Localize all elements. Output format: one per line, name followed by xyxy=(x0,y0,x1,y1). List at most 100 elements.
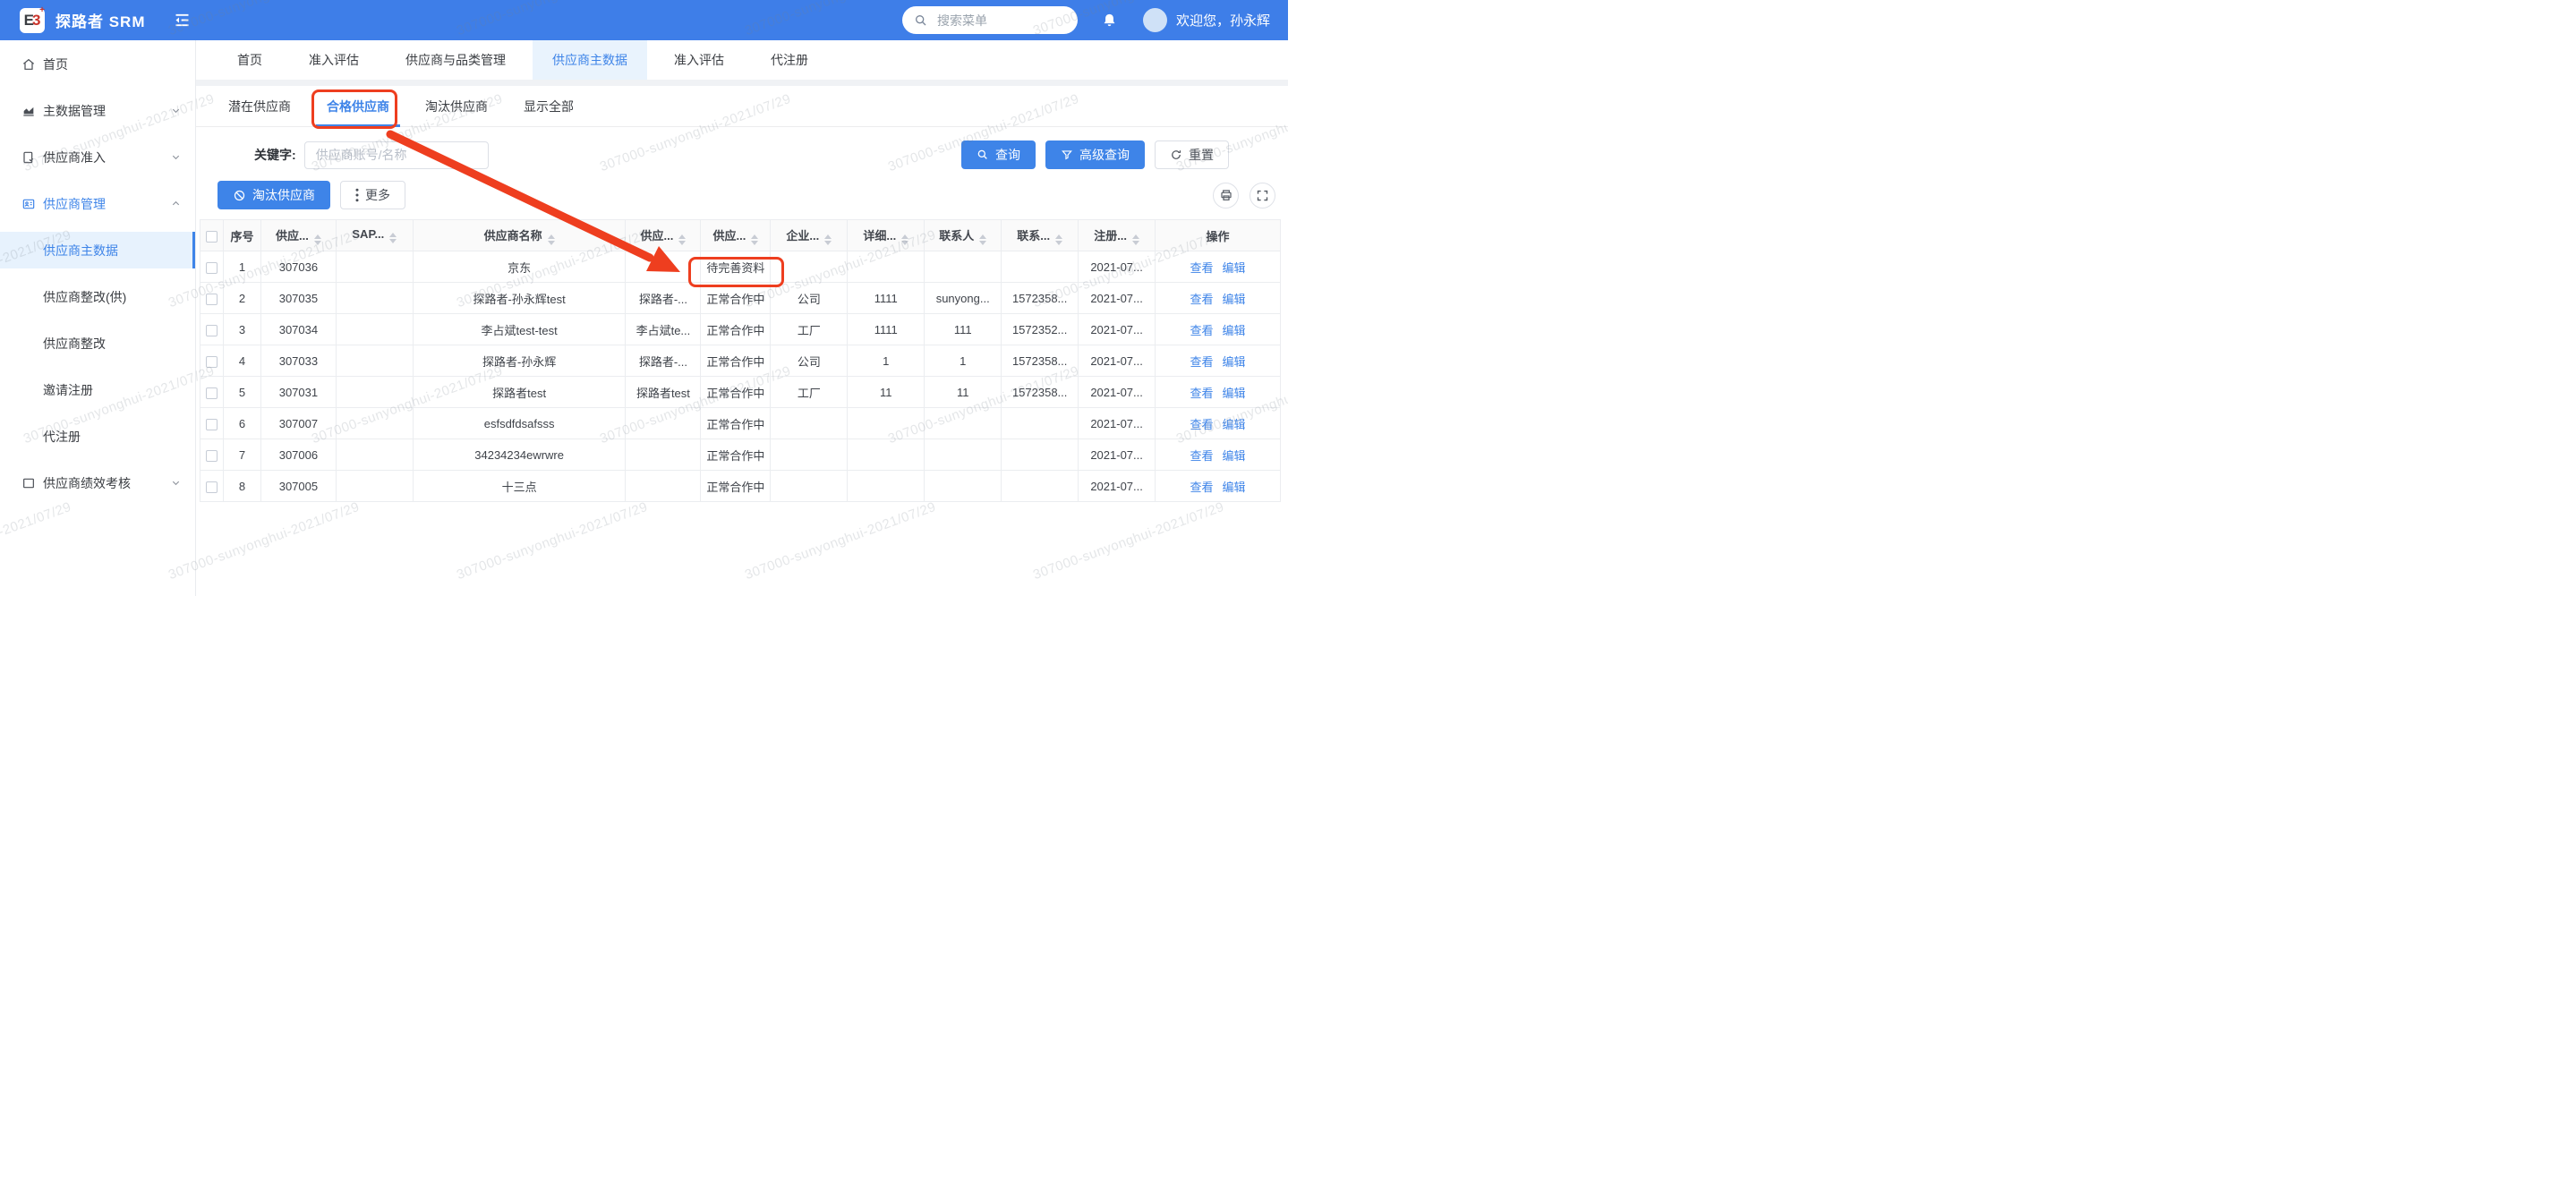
row-checkbox[interactable] xyxy=(206,450,218,462)
select-all-checkbox[interactable] xyxy=(206,231,218,243)
app-window: E 3 + 探路者 SRM 欢迎您，孙永辉 xyxy=(0,0,1288,596)
table-cell: 正常合作中 xyxy=(701,408,771,439)
sub-tab-2[interactable]: 淘汰供应商 xyxy=(414,86,499,126)
sidebar-item-supplier-rectify-sup[interactable]: 供应商整改(供) xyxy=(0,278,195,315)
actions-cell: 查看编辑 xyxy=(1156,251,1281,283)
reset-button[interactable]: 重置 xyxy=(1155,140,1229,169)
view-link[interactable]: 查看 xyxy=(1190,355,1214,369)
sort-carets-icon[interactable] xyxy=(979,234,986,245)
sidebar-item-supplier-master-data[interactable]: 供应商主数据 xyxy=(0,232,195,268)
page-tab-5[interactable]: 代注册 xyxy=(751,40,828,80)
table-row: 3307034李占斌test-test李占斌te...正常合作中工厂111111… xyxy=(200,314,1281,345)
menu-fold-icon[interactable] xyxy=(173,11,192,30)
column-header[interactable]: 供应商名称 xyxy=(413,220,626,251)
edit-link[interactable]: 编辑 xyxy=(1223,418,1246,431)
sort-carets-icon[interactable] xyxy=(678,234,686,245)
user-avatar[interactable] xyxy=(1143,8,1167,32)
sort-carets-icon[interactable] xyxy=(751,234,758,245)
menu-search-box[interactable] xyxy=(902,6,1078,34)
edit-link[interactable]: 编辑 xyxy=(1223,261,1246,275)
table-cell: 4 xyxy=(223,345,260,377)
table-cell: 李占斌test-test xyxy=(413,314,626,345)
row-checkbox[interactable] xyxy=(206,419,218,430)
search-button[interactable]: 查询 xyxy=(961,140,1036,169)
column-header[interactable]: 联系... xyxy=(1002,220,1079,251)
column-header[interactable]: 供应... xyxy=(260,220,336,251)
table-cell: 李占斌te... xyxy=(626,314,701,345)
row-checkbox[interactable] xyxy=(206,294,218,305)
column-header[interactable]: 联系人 xyxy=(925,220,1002,251)
column-header[interactable]: SAP... xyxy=(336,220,413,251)
page-tab-1[interactable]: 准入评估 xyxy=(289,40,379,80)
keyword-input[interactable] xyxy=(304,141,489,169)
view-link[interactable]: 查看 xyxy=(1190,418,1214,431)
row-checkbox[interactable] xyxy=(206,325,218,336)
more-dots-icon xyxy=(355,188,359,202)
sidebar-item-proxy-register[interactable]: 代注册 xyxy=(0,418,195,455)
edit-link[interactable]: 编辑 xyxy=(1223,293,1246,306)
view-link[interactable]: 查看 xyxy=(1190,261,1214,275)
sort-carets-icon[interactable] xyxy=(1132,234,1139,245)
table-row: 8307005十三点正常合作中2021-07...查看编辑 xyxy=(200,471,1281,502)
view-link[interactable]: 查看 xyxy=(1190,387,1214,400)
edit-link[interactable]: 编辑 xyxy=(1223,481,1246,494)
edit-link[interactable]: 编辑 xyxy=(1223,355,1246,369)
print-button[interactable] xyxy=(1213,183,1239,209)
more-button[interactable]: 更多 xyxy=(340,181,405,209)
page-tab-3[interactable]: 供应商主数据 xyxy=(533,40,647,80)
column-header: 操作 xyxy=(1156,220,1281,251)
chevron-down-icon xyxy=(171,478,181,488)
sort-carets-icon[interactable] xyxy=(901,234,908,245)
notification-bell-icon[interactable] xyxy=(1101,12,1118,30)
supplier-table: 序号供应...SAP...供应商名称供应...供应...企业...详细...联系… xyxy=(200,219,1281,502)
advanced-search-button[interactable]: 高级查询 xyxy=(1045,140,1145,169)
fullscreen-button[interactable] xyxy=(1250,183,1275,209)
sort-carets-icon[interactable] xyxy=(389,233,397,243)
eliminate-supplier-button[interactable]: 淘汰供应商 xyxy=(218,181,330,209)
sidebar-item-supplier-admission[interactable]: 供应商准入 xyxy=(0,139,195,175)
sort-carets-icon[interactable] xyxy=(1055,234,1062,245)
page-tab-2[interactable]: 供应商与品类管理 xyxy=(386,40,525,80)
table-cell: 京东 xyxy=(413,251,626,283)
column-header[interactable]: 供应... xyxy=(701,220,771,251)
column-header[interactable]: 企业... xyxy=(771,220,848,251)
column-header[interactable]: 供应... xyxy=(626,220,701,251)
row-checkbox[interactable] xyxy=(206,262,218,274)
sidebar-item-supplier-mgmt[interactable]: 供应商管理 xyxy=(0,185,195,222)
sidebar-item-home[interactable]: 首页 xyxy=(0,46,195,82)
page-tab-0[interactable]: 首页 xyxy=(218,40,282,80)
page-tabs: 首页准入评估供应商与品类管理供应商主数据准入评估代注册 xyxy=(196,40,1288,80)
row-checkbox[interactable] xyxy=(206,387,218,399)
menu-search-input[interactable] xyxy=(935,13,1066,29)
sub-tab-1[interactable]: 合格供应商 xyxy=(316,86,400,126)
page-tab-4[interactable]: 准入评估 xyxy=(654,40,744,80)
sub-tab-3[interactable]: 显示全部 xyxy=(513,86,584,126)
table-cell xyxy=(771,439,848,471)
sidebar-item-master-data-mgmt[interactable]: 主数据管理 xyxy=(0,92,195,129)
sidebar-item-supplier-rectify[interactable]: 供应商整改 xyxy=(0,325,195,362)
sidebar-item-invite-register[interactable]: 邀请注册 xyxy=(0,371,195,408)
edit-link[interactable]: 编辑 xyxy=(1223,324,1246,337)
view-link[interactable]: 查看 xyxy=(1190,481,1214,494)
table-body: 1307036京东待完善资料2021-07...查看编辑2307035探路者-孙… xyxy=(200,251,1281,502)
edit-link[interactable]: 编辑 xyxy=(1223,449,1246,463)
view-link[interactable]: 查看 xyxy=(1190,324,1214,337)
view-link[interactable]: 查看 xyxy=(1190,449,1214,463)
table-cell: 34234234ewrwre xyxy=(413,439,626,471)
table-header-row: 序号供应...SAP...供应商名称供应...供应...企业...详细...联系… xyxy=(200,220,1281,251)
table-cell xyxy=(1002,439,1079,471)
sort-carets-icon[interactable] xyxy=(314,234,321,245)
sub-tab-0[interactable]: 潜在供应商 xyxy=(218,86,302,126)
column-header[interactable]: 详细... xyxy=(848,220,925,251)
table-cell: 1572352... xyxy=(1002,314,1079,345)
view-link[interactable]: 查看 xyxy=(1190,293,1214,306)
sort-carets-icon[interactable] xyxy=(824,234,832,245)
sort-carets-icon[interactable] xyxy=(548,234,555,245)
table-cell: 工厂 xyxy=(771,377,848,408)
edit-link[interactable]: 编辑 xyxy=(1223,387,1246,400)
row-checkbox[interactable] xyxy=(206,481,218,493)
table-cell: 1572358... xyxy=(1002,377,1079,408)
column-header[interactable]: 注册... xyxy=(1079,220,1156,251)
sidebar-item-supplier-performance[interactable]: 供应商绩效考核 xyxy=(0,464,195,501)
row-checkbox[interactable] xyxy=(206,356,218,368)
